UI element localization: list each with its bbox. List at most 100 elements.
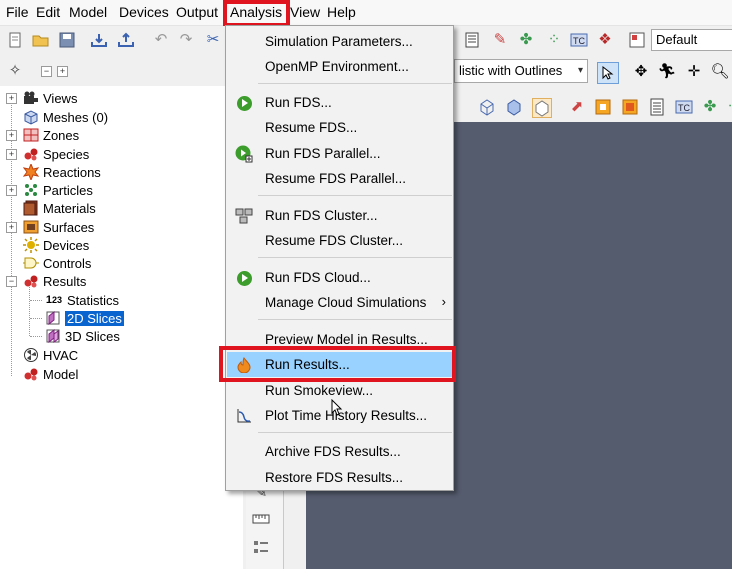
sprinkler-icon[interactable]: ✤ [701,98,719,116]
menu-help[interactable]: Help [327,4,356,20]
species-icon [22,146,40,162]
tree-toggle-icon[interactable]: ✧ [6,62,24,80]
tree-item-model[interactable]: Model [22,365,78,383]
menu-devices[interactable]: Devices [119,4,169,20]
hvac-icon [22,347,40,363]
collapse-results-icon[interactable]: − [6,276,17,287]
slice-3d-icon [44,328,62,344]
thermocouple-icon[interactable]: TC [675,98,693,116]
export-icon[interactable] [117,31,135,49]
tree-item-controls[interactable]: Controls [22,254,91,272]
expand-species-icon[interactable]: + [6,149,17,160]
tree-item-surfaces[interactable]: Surfaces [22,218,94,236]
render-mode-selector[interactable]: listic with Outlines ▾ [454,59,588,83]
tree-item-particles[interactable]: Particles [22,181,93,199]
cluster-icon [235,207,253,225]
pan-icon[interactable]: ✛ [685,63,703,81]
solid-box-icon[interactable] [505,98,523,116]
results-icon [22,273,40,289]
tree-item-statistics[interactable]: 1 23 Statistics [44,291,119,309]
materials-icon [22,200,40,216]
svg-text:TC: TC [573,36,585,46]
menu-item-run-fds-parallel[interactable]: Run FDS Parallel... [227,141,452,166]
menu-item-resume-fds[interactable]: Resume FDS... [227,115,452,140]
menu-bar: File Edit Model Devices Output Analysis … [0,0,732,26]
dots-icon[interactable]: ⁘ [545,31,563,49]
save-icon[interactable] [58,31,76,49]
statistics-icon: 1 23 [45,294,63,306]
tree-item-devices[interactable]: Devices [22,236,89,254]
vent-icon[interactable] [621,98,639,116]
hole-icon[interactable] [594,98,612,116]
svg-text:TC: TC [678,103,690,113]
tree-item-reactions[interactable]: Reactions [22,163,101,181]
cut-icon[interactable]: ✂ [204,31,222,49]
menu-edit[interactable]: Edit [36,4,60,20]
menu-item-resume-fds-parallel[interactable]: Resume FDS Parallel... [227,166,452,191]
obstruction-icon[interactable]: ⬈ [568,98,586,116]
chevron-down-icon: ▾ [577,65,583,76]
list-icon[interactable] [648,98,666,116]
collapse-all-icon[interactable]: − [41,66,52,77]
expand-all-icon[interactable]: + [57,66,68,77]
pencil-icon[interactable]: ✎ [491,31,509,49]
menu-item-simulation-parameters[interactable]: Simulation Parameters... [227,29,452,54]
run-parallel-icon [235,145,253,163]
menu-view[interactable]: View [290,4,320,20]
menu-item-manage-cloud-simulations[interactable]: Manage Cloud Simulations › [227,290,452,315]
expand-surfaces-icon[interactable]: + [6,222,17,233]
select-cursor-icon[interactable] [597,62,619,84]
tree-item-materials[interactable]: Materials [22,199,96,217]
views-icon [22,90,40,106]
menu-item-run-fds[interactable]: Run FDS... [227,90,452,115]
view-selector[interactable]: Default [651,29,732,51]
cubes-icon[interactable]: ❖ [596,31,614,49]
menu-item-archive-fds-results[interactable]: Archive FDS Results... [227,439,452,464]
analysis-dropdown-menu: Simulation Parameters... OpenMP Environm… [225,25,454,491]
menu-model[interactable]: Model [69,4,107,20]
layout-icon[interactable] [628,31,646,49]
grid-icon[interactable] [463,31,481,49]
detector-icon[interactable]: ⁘ [724,98,732,116]
menu-item-run-fds-cloud[interactable]: Run FDS Cloud... [227,265,452,290]
tc-icon[interactable]: TC [570,31,588,49]
tree-item-3d-slices[interactable]: 3D Slices [44,327,120,345]
ruler-icon[interactable] [252,510,270,528]
menu-item-resume-fds-cluster[interactable]: Resume FDS Cluster... [227,228,452,253]
orbit-icon[interactable]: ✥ [632,63,650,81]
run-results-highlight-box [219,346,456,382]
surfaces-icon [22,219,40,235]
import-icon[interactable] [90,31,108,49]
particles-icon[interactable]: ✤ [517,31,535,49]
model-icon [22,366,40,382]
tree-item-results[interactable]: Results [22,272,86,290]
meshes-icon [22,109,40,125]
redo-icon[interactable]: ↷ [177,31,195,49]
menu-item-openmp-environment[interactable]: OpenMP Environment... [227,54,452,79]
undo-icon[interactable]: ↶ [152,31,170,49]
walk-icon[interactable]: 🏃︎ [657,63,676,81]
tree-item-meshes[interactable]: Meshes (0) [22,108,108,126]
wireframe-box-icon[interactable] [478,98,496,116]
tree-item-hvac[interactable]: HVAC [22,346,78,364]
tree-item-zones[interactable]: Zones [22,126,79,144]
open-folder-icon[interactable] [32,31,50,49]
menu-item-run-fds-cluster[interactable]: Run FDS Cluster... [227,203,452,228]
tree-item-species[interactable]: Species [22,145,89,163]
align-tool-icon[interactable] [252,538,270,556]
expand-particles-icon[interactable]: + [6,185,17,196]
tree-item-views[interactable]: Views [22,89,77,107]
plot-icon [235,407,253,425]
new-file-icon[interactable] [6,31,24,49]
outline-box-icon[interactable] [532,98,552,118]
tree-item-2d-slices[interactable]: 2D Slices [44,309,124,327]
reactions-icon [22,164,40,180]
zoom-icon[interactable]: 🔍︎ [710,63,729,81]
menu-item-restore-fds-results[interactable]: Restore FDS Results... [227,465,452,490]
expand-views-icon[interactable]: + [6,93,17,104]
run-icon [235,94,253,112]
menu-output[interactable]: Output [176,4,218,20]
menu-file[interactable]: File [6,4,29,20]
expand-zones-icon[interactable]: + [6,130,17,141]
devices-icon [22,237,40,253]
